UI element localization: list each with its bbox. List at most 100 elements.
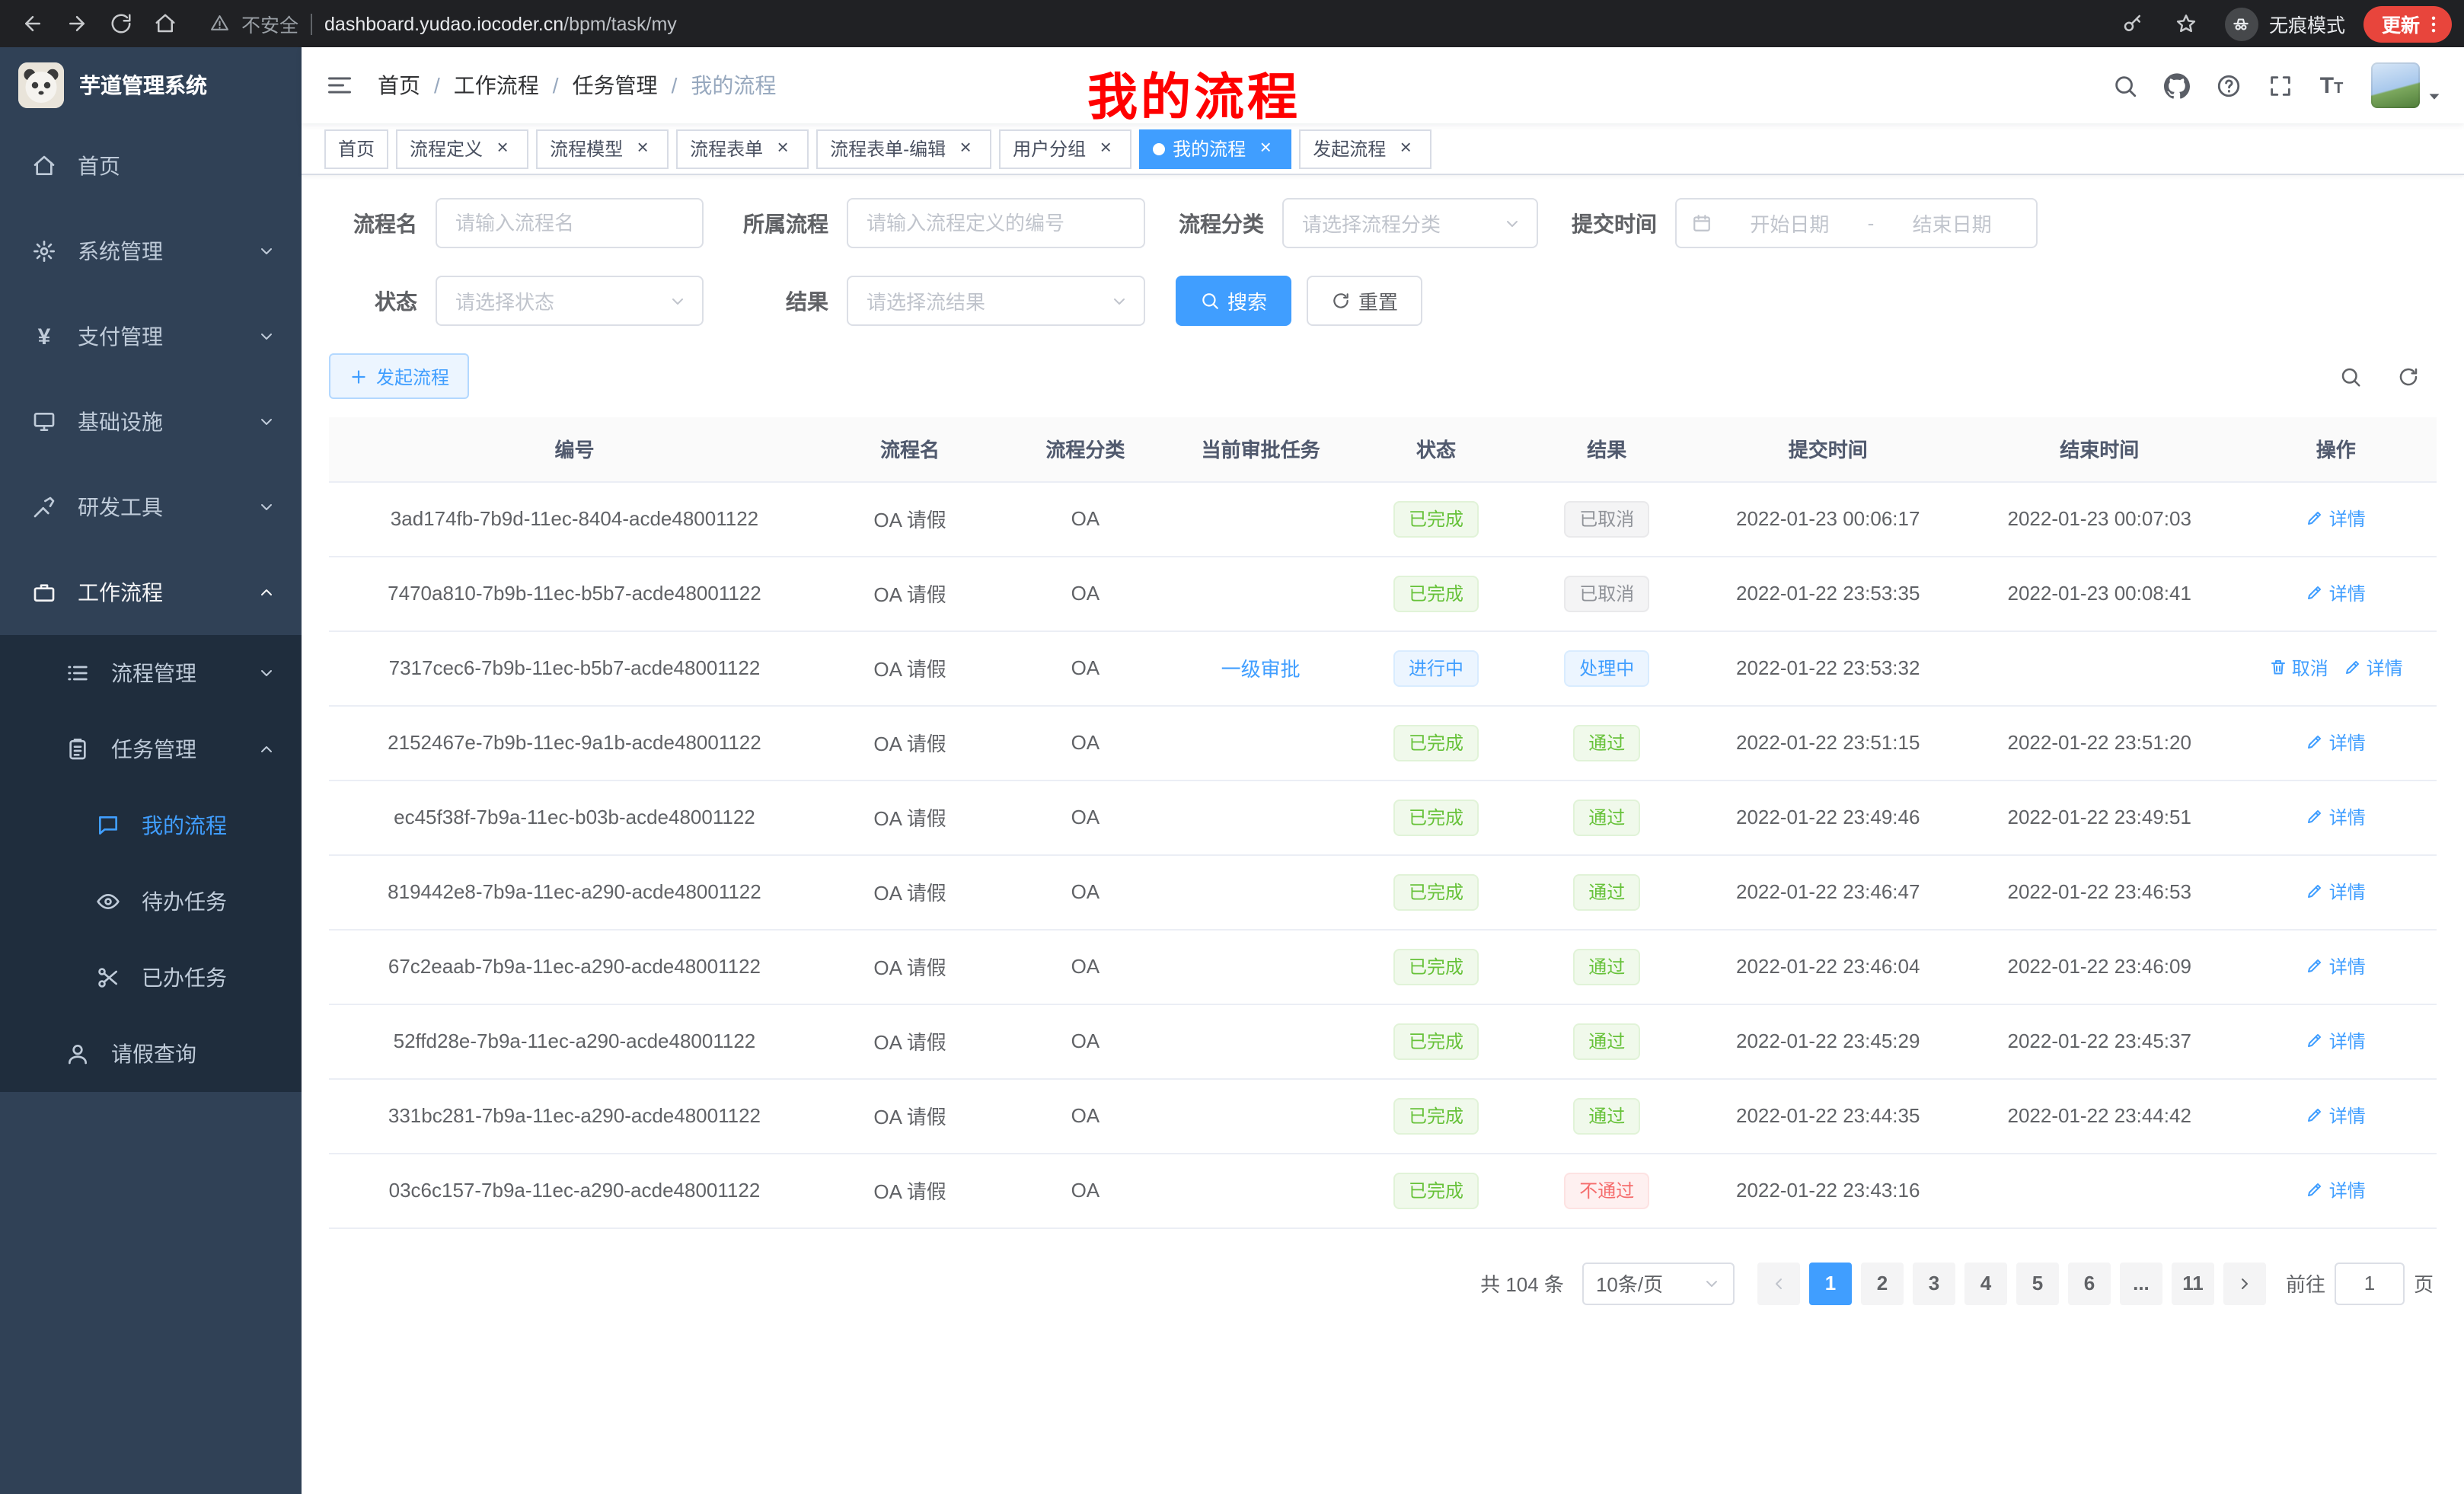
close-icon[interactable]: × <box>490 136 515 161</box>
browser-home-icon[interactable] <box>145 3 186 44</box>
status-select[interactable]: 请选择状态 <box>436 276 704 326</box>
detail-link[interactable]: 详情 <box>2306 804 2366 830</box>
cell-end-time: 2022-01-22 23:49:51 <box>1964 780 2236 854</box>
process-name-input[interactable] <box>436 198 704 248</box>
bookmark-star-icon[interactable] <box>2166 3 2207 44</box>
browser-menu-icon[interactable] <box>2423 13 2444 34</box>
sidebar-item-task-mgmt[interactable]: 任务管理 <box>0 711 302 787</box>
password-key-icon[interactable] <box>2112 3 2153 44</box>
browser-reload-icon[interactable] <box>101 3 142 44</box>
pagination-page-2[interactable]: 2 <box>1861 1262 1904 1304</box>
sidebar-item-todo-task[interactable]: 待办任务 <box>0 864 302 940</box>
pagination-page-5[interactable]: 5 <box>2016 1262 2059 1304</box>
refresh-table-button[interactable] <box>2391 359 2424 393</box>
edit-icon <box>2306 883 2325 901</box>
column-header: 编号 <box>329 417 820 481</box>
sidebar-item-my-process[interactable]: 我的流程 <box>0 787 302 864</box>
tab-process-model[interactable]: 流程模型× <box>536 129 669 168</box>
pagination-page-6[interactable]: 6 <box>2068 1262 2111 1304</box>
cancel-link[interactable]: 取消 <box>2269 655 2328 681</box>
update-button[interactable]: 更新 <box>2363 5 2452 42</box>
process-definition-input[interactable] <box>847 198 1145 248</box>
detail-link[interactable]: 详情 <box>2306 580 2366 606</box>
sidebar-item-devtools[interactable]: 研发工具 <box>0 464 302 550</box>
result-select[interactable]: 请选择流结果 <box>847 276 1145 326</box>
sidebar-item-leave-query[interactable]: 请假查询 <box>0 1016 302 1092</box>
cell-name: OA 请假 <box>820 929 1000 1004</box>
reset-button[interactable]: 重置 <box>1307 276 1422 326</box>
cell-category: OA <box>1000 1004 1170 1078</box>
github-icon[interactable] <box>2155 64 2197 107</box>
goto-page-input[interactable] <box>2335 1262 2405 1304</box>
close-icon[interactable]: × <box>1093 136 1118 161</box>
detail-link[interactable]: 详情 <box>2306 1177 2366 1203</box>
fullscreen-icon[interactable] <box>2258 64 2301 107</box>
page-size-select[interactable]: 10条/页 <box>1582 1262 1735 1304</box>
sidebar-item-infra[interactable]: 基础设施 <box>0 379 302 464</box>
caret-down-icon <box>2426 88 2443 108</box>
detail-link[interactable]: 详情 <box>2344 655 2403 681</box>
detail-link[interactable]: 详情 <box>2306 729 2366 755</box>
detail-link[interactable]: 详情 <box>2306 1028 2366 1054</box>
submit-time-range-picker[interactable]: 开始日期 - 结束日期 <box>1675 198 2038 248</box>
sidebar-item-label: 我的流程 <box>142 810 227 841</box>
cell-submit-time: 2022-01-22 23:45:29 <box>1692 1004 1964 1078</box>
help-icon[interactable] <box>2207 64 2249 107</box>
edit-icon <box>2344 659 2362 677</box>
breadcrumb-item[interactable]: 工作流程 <box>454 70 539 101</box>
tab-process-form[interactable]: 流程表单× <box>676 129 809 168</box>
sidebar-item-done-task[interactable]: 已办任务 <box>0 940 302 1016</box>
cell-name: OA 请假 <box>820 1078 1000 1153</box>
search-button[interactable]: 搜索 <box>1176 276 1291 326</box>
tab-user-group[interactable]: 用户分组× <box>999 129 1131 168</box>
home-icon <box>30 152 58 180</box>
sidebar-item-process-mgmt[interactable]: 流程管理 <box>0 635 302 711</box>
pagination-prev-button[interactable] <box>1757 1262 1800 1304</box>
sidebar-item-home[interactable]: 首页 <box>0 123 302 209</box>
font-size-icon[interactable]: TT <box>2310 64 2353 107</box>
detail-link[interactable]: 详情 <box>2306 506 2366 532</box>
sidebar-item-payment[interactable]: ¥支付管理 <box>0 294 302 379</box>
sidebar-item-workflow[interactable]: 工作流程 <box>0 550 302 635</box>
breadcrumb-item[interactable]: 任务管理 <box>573 70 658 101</box>
result-tag: 通过 <box>1573 873 1640 910</box>
tab-process-definition[interactable]: 流程定义× <box>396 129 528 168</box>
pagination-page-11[interactable]: 11 <box>2172 1262 2214 1304</box>
detail-link[interactable]: 详情 <box>2306 953 2366 979</box>
pagination-next-button[interactable] <box>2223 1262 2266 1304</box>
sidebar-item-system[interactable]: 系统管理 <box>0 209 302 294</box>
detail-link[interactable]: 详情 <box>2306 1103 2366 1128</box>
breadcrumb-item[interactable]: 首页 <box>378 70 420 101</box>
tab-start-process[interactable]: 发起流程× <box>1299 129 1431 168</box>
pagination-page-3[interactable]: 3 <box>1913 1262 1955 1304</box>
create-process-button[interactable]: 发起流程 <box>329 353 469 399</box>
close-icon[interactable]: × <box>1253 136 1278 161</box>
detail-link[interactable]: 详情 <box>2306 879 2366 905</box>
tab-my-process[interactable]: 我的流程× <box>1139 129 1291 168</box>
address-bar[interactable]: 不安全 dashboard.yudao.iocoder.cn/bpm/task/… <box>198 4 2100 43</box>
cell-current-task <box>1171 780 1351 854</box>
not-secure-warning-icon[interactable] <box>210 14 229 34</box>
current-task-link[interactable]: 一级审批 <box>1221 653 1301 682</box>
pagination-page-1[interactable]: 1 <box>1809 1262 1852 1304</box>
pagination-page-4[interactable]: 4 <box>1964 1262 2007 1304</box>
close-icon[interactable]: × <box>771 136 795 161</box>
cell-name: OA 请假 <box>820 1004 1000 1078</box>
edit-icon <box>2306 808 2325 826</box>
browser-back-icon[interactable] <box>12 3 53 44</box>
category-select[interactable]: 请选择流程分类 <box>1282 198 1538 248</box>
toggle-search-button[interactable] <box>2333 359 2367 393</box>
close-icon[interactable]: × <box>630 136 655 161</box>
user-avatar[interactable] <box>2371 62 2443 108</box>
pagination-more[interactable]: ... <box>2120 1262 2162 1304</box>
sidebar-toggle-button[interactable] <box>302 47 378 123</box>
tab-home[interactable]: 首页 <box>324 129 388 168</box>
browser-forward-icon[interactable] <box>56 3 97 44</box>
close-icon[interactable]: × <box>1393 136 1418 161</box>
close-icon[interactable]: × <box>953 136 978 161</box>
table-row: 331bc281-7b9a-11ec-a290-acde48001122OA 请… <box>329 1078 2437 1153</box>
header-search-icon[interactable] <box>2103 64 2146 107</box>
result-tag: 通过 <box>1573 948 1640 985</box>
tab-process-form-edit[interactable]: 流程表单-编辑× <box>816 129 991 168</box>
app-logo[interactable]: 芋道管理系统 <box>0 47 302 123</box>
